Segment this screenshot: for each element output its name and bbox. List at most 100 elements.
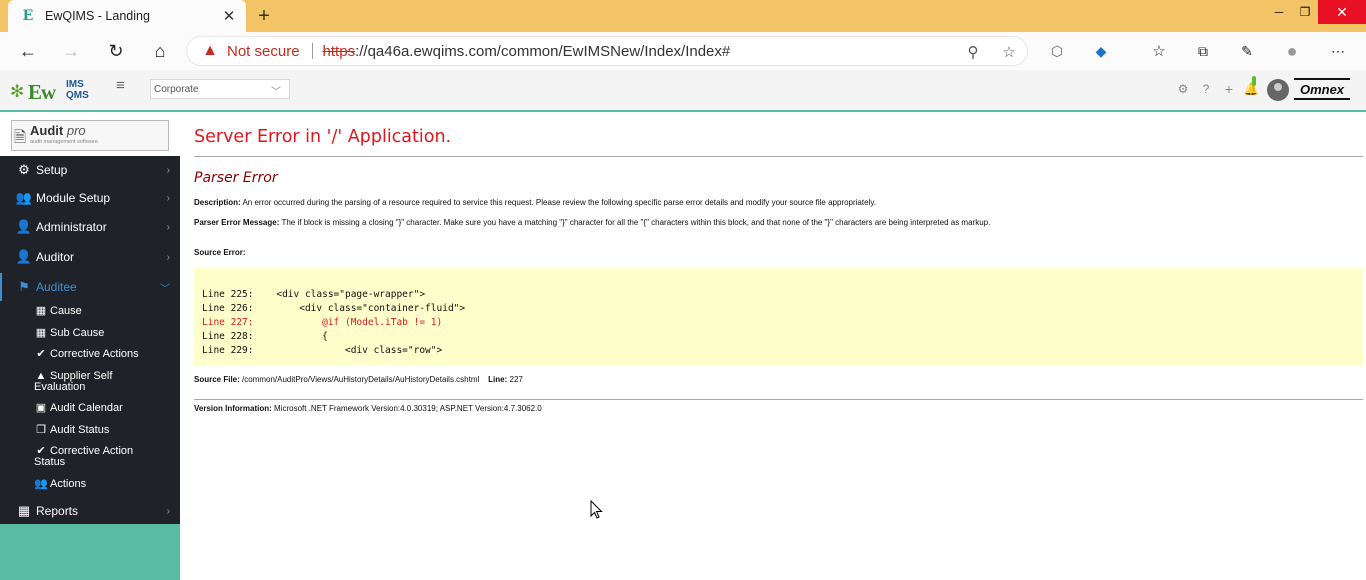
mouse-cursor-icon — [590, 500, 603, 519]
calendar-check-icon: ▣ — [35, 402, 47, 414]
new-tab-button[interactable]: + — [254, 6, 274, 26]
window-close-button[interactable]: ✕ — [1318, 0, 1366, 24]
address-bar[interactable]: ▲ Not secure https://qa46a.ewqims.com/co… — [186, 36, 1028, 66]
sidebar-item-module-setup[interactable]: 👥 Module Setup › — [0, 184, 180, 212]
favorites-list-icon[interactable]: ☆ — [1146, 38, 1172, 64]
sidebar-menu: 🗎 Audit pro audit management software ⚙ … — [0, 114, 180, 524]
document-icon: 🗎 — [14, 129, 27, 146]
module-logo-area: 🗎 Audit pro audit management software — [0, 114, 180, 156]
divider — [194, 156, 1363, 157]
chevron-right-icon: › — [166, 221, 170, 233]
sidebar-subitem-corrective-action-status[interactable]: ✔ Corrective Action Status — [34, 446, 154, 468]
sidebar: 🗎 Audit pro audit management software ⚙ … — [0, 114, 180, 580]
tab-title: EwQIMS - Landing — [45, 9, 150, 23]
omnex-logo: Omnex — [1294, 78, 1350, 100]
app-header: ✻ Ew IMS QMS ≡ Corporate ﹀ ⚙ ? + 🔔 Omnex — [0, 70, 1366, 112]
source-file: Source File: /common/AuditPro/Views/AuHi… — [194, 375, 523, 384]
sidebar-subitem-actions[interactable]: 👥 Actions — [34, 479, 174, 490]
company-select-value: Corporate — [154, 83, 199, 95]
browser-tab[interactable]: E EwQIMS - Landing ✕ — [8, 0, 246, 32]
help-question-icon[interactable]: ? — [1198, 81, 1214, 97]
chevron-right-icon: › — [166, 251, 170, 263]
window-minimize-button[interactable]: ─ — [1268, 0, 1290, 24]
error-message: Parser Error Message: The if block is mi… — [194, 218, 991, 227]
more-menu-icon[interactable]: ⋯ — [1325, 38, 1351, 64]
chevron-right-icon: › — [166, 505, 170, 517]
check-double-icon: ✔ — [36, 348, 46, 360]
collections-icon[interactable]: ⧉ — [1190, 38, 1216, 64]
chevron-down-icon: ﹀ — [271, 87, 281, 98]
building-icon: ▦ — [35, 305, 47, 317]
code-line: Line 229: <div class="row"> — [202, 345, 443, 356]
refresh-icon[interactable]: ↻ — [103, 38, 129, 64]
sidebar-subitem-supplier-self-evaluation[interactable]: ▲ Supplier Self Evaluation — [34, 371, 154, 393]
logo-ims: IMS — [66, 79, 84, 90]
chevron-down-icon: ﹀ — [160, 283, 170, 295]
building-icon: ▦ — [17, 503, 31, 518]
code-line: Line 226: <div class="container-fluid"> — [202, 303, 466, 314]
office-extension-icon[interactable]: ⬡ — [1044, 38, 1070, 64]
warning-icon: ▲ — [35, 370, 47, 382]
source-code-block: Line 225: <div class="page-wrapper"> Lin… — [194, 268, 1363, 365]
module-subtitle: audit management software — [30, 139, 98, 145]
check-icon: ✔ — [36, 445, 46, 457]
window-restore-button[interactable]: ❐ — [1294, 0, 1316, 24]
notification-bell-icon[interactable]: 🔔 — [1243, 81, 1259, 97]
active-indicator — [0, 273, 2, 301]
site-favicon-icon: E — [22, 8, 34, 24]
url-scheme: https — [322, 42, 356, 60]
users-icon: 👥 — [34, 478, 48, 490]
feedback-icon[interactable]: ✎ — [1234, 38, 1260, 64]
logo-flower-icon: ✻ — [10, 82, 25, 101]
sidebar-item-reports[interactable]: ▦ Reports › — [0, 497, 180, 525]
sidebar-subitem-audit-status[interactable]: ❐ Audit Status — [34, 425, 174, 436]
copy-icon: ❐ — [36, 424, 46, 436]
version-information: Version Information: Microsoft .NET Fram… — [194, 404, 542, 413]
extension-parrot-icon[interactable]: ◆ — [1088, 38, 1114, 64]
gear-icon: ⚙ — [18, 162, 30, 177]
home-icon[interactable]: ⌂ — [147, 38, 173, 64]
forward-arrow-icon[interactable]: → — [58, 38, 84, 64]
back-arrow-icon[interactable]: ← — [15, 38, 41, 64]
address-separator — [311, 43, 313, 59]
sidebar-subitem-audit-calendar[interactable]: ▣ Audit Calendar — [34, 403, 174, 414]
module-title: Audit pro — [30, 123, 86, 138]
menu-toggle-icon[interactable]: ≡ — [116, 78, 130, 93]
favorite-star-icon[interactable]: ☆ — [999, 42, 1019, 62]
error-subtitle: Parser Error — [194, 170, 278, 186]
page-title: Server Error in '/' Application. — [194, 127, 452, 147]
profile-avatar-icon[interactable]: ● — [1279, 38, 1305, 64]
browser-tabstrip: E EwQIMS - Landing ✕ + ─ ❐ ✕ — [0, 0, 1366, 32]
sidebar-item-auditee[interactable]: ⚑ Auditee ﹀ — [0, 273, 180, 301]
user-check-icon: 👤 — [15, 249, 33, 264]
sidebar-subitem-corrective-actions[interactable]: ✔ Corrective Actions — [34, 349, 174, 360]
settings-gear-icon[interactable]: ⚙ — [1175, 81, 1191, 97]
source-error-label: Source Error: — [194, 248, 246, 257]
ewqims-logo[interactable]: ✻ Ew IMS QMS — [10, 76, 90, 106]
sidebar-item-auditor[interactable]: 👤 Auditor › — [0, 243, 180, 271]
not-secure-label: Not secure — [227, 42, 300, 60]
logo-ew: Ew — [28, 80, 56, 104]
add-plus-icon[interactable]: + — [1221, 81, 1237, 97]
auditpro-logo[interactable]: 🗎 Audit pro audit management software — [11, 120, 169, 151]
presentation-icon: ⚑ — [18, 279, 30, 294]
logo-qms: QMS — [66, 90, 89, 101]
warning-triangle-icon: ▲ — [202, 42, 218, 59]
chevron-right-icon: › — [166, 164, 170, 176]
divider — [194, 399, 1363, 400]
sidebar-item-administrator[interactable]: 👤 Administrator › — [0, 213, 180, 241]
tab-close-icon[interactable]: ✕ — [220, 7, 238, 25]
notification-indicator — [1252, 76, 1256, 86]
building-icon: ▦ — [35, 327, 47, 339]
browser-toolbar: ← → ↻ ⌂ ▲ Not secure https://qa46a.ewqim… — [0, 32, 1366, 70]
sidebar-subitem-cause[interactable]: ▦ Cause — [34, 306, 174, 317]
user-avatar[interactable] — [1267, 79, 1289, 101]
sidebar-subitem-sub-cause[interactable]: ▦ Sub Cause — [34, 328, 174, 339]
users-gear-icon: 👥 — [15, 190, 33, 205]
error-description: Description: An error occurred during th… — [194, 198, 876, 207]
zoom-search-icon[interactable]: ⚲ — [963, 42, 983, 62]
code-line: Line 228: { — [202, 331, 328, 342]
chevron-right-icon: › — [166, 192, 170, 204]
company-select[interactable]: Corporate ﹀ — [150, 79, 290, 99]
sidebar-item-setup[interactable]: ⚙ Setup › — [0, 156, 180, 184]
